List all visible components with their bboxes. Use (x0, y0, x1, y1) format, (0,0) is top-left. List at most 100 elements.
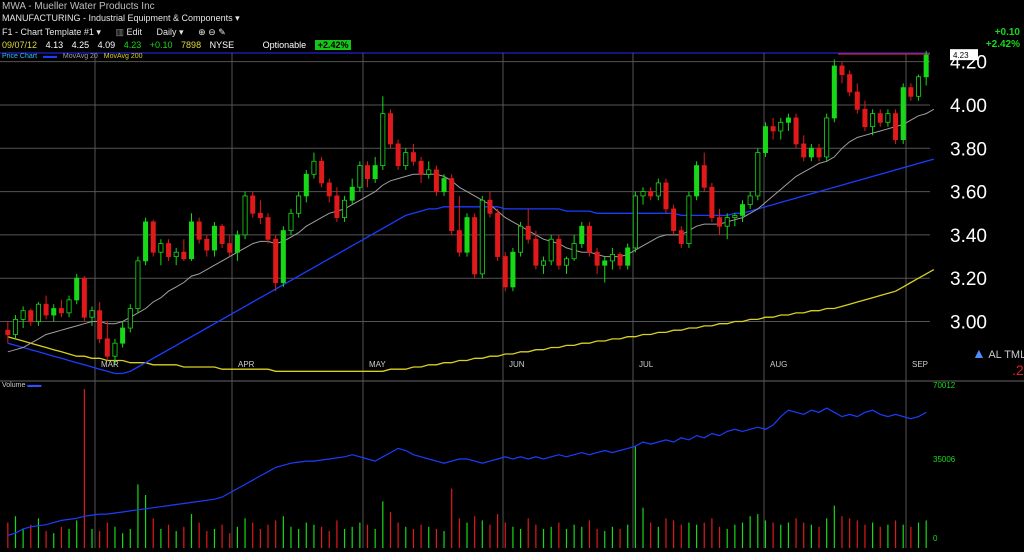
period-label: Daily (156, 27, 177, 37)
legend-ma20-swatch: ▬▬ (42, 53, 57, 60)
candle-body (632, 195, 638, 249)
candle-body (479, 199, 485, 275)
draw-pencil-icon[interactable]: ✎ (218, 27, 226, 37)
candle-body (227, 243, 233, 253)
candle-body (288, 212, 294, 231)
legend-ma20: MovAvg 20 (62, 53, 98, 60)
candle-body (709, 186, 715, 218)
candle-body (541, 260, 547, 266)
candle-body (854, 91, 860, 110)
candle-body (66, 299, 72, 314)
stock-chart[interactable]: 3.003.203.403.603.804.004.20MAR APR MAY JUN… (0, 0, 1024, 552)
candle-body (908, 87, 914, 97)
candle-body (762, 126, 768, 154)
price-tick-label: 3.20 (950, 269, 987, 290)
period-dropdown[interactable]: Daily ▾ (157, 27, 184, 37)
candle-body (204, 238, 210, 251)
edit-button[interactable]: ▥ Edit (115, 27, 142, 37)
candle-body (112, 342, 118, 357)
zoom-out-icon[interactable]: ⊖ (208, 27, 216, 37)
candle-body (640, 191, 646, 197)
quote-high: 4.25 (71, 40, 90, 50)
candle-body (35, 303, 41, 322)
quote-volume: 7898 (181, 40, 202, 50)
quote-exchange: NYSE (209, 40, 235, 50)
chart-legend: Price Chart ▬▬ MovAvg 20 MovAvg 200 (2, 53, 147, 60)
candle-body (770, 126, 776, 132)
candle-body (694, 165, 700, 197)
candle-body (586, 225, 592, 253)
candle-body (280, 230, 286, 283)
candle-body (433, 169, 439, 192)
price-tick-label: 3.60 (950, 183, 987, 204)
volume-legend: Volume ▬▬ (2, 382, 41, 389)
candle-body (89, 310, 95, 318)
candle-body (250, 195, 256, 214)
candle-body (839, 65, 845, 76)
chevron-down-icon: ▾ (235, 13, 240, 23)
candle-body (196, 221, 202, 240)
candle-body (602, 260, 608, 266)
candle-body (365, 165, 371, 180)
optionable-label: Optionable (262, 40, 307, 50)
candle-body (518, 225, 524, 253)
price-tick-label: 3.40 (950, 226, 987, 247)
candle-body (342, 199, 348, 218)
candle-body (188, 221, 195, 260)
candle-body (487, 199, 493, 214)
month-tick-label: MAY (369, 360, 386, 369)
annotation-tools[interactable]: ▲ AL TML (972, 345, 1024, 361)
candle-body (135, 260, 141, 309)
month-tick-label: APR (238, 360, 255, 369)
candle-body (28, 310, 34, 322)
candle-body (357, 165, 363, 188)
candle-body (816, 147, 822, 158)
candle-body (732, 215, 738, 218)
candle-body (5, 329, 11, 335)
candle-body (449, 178, 455, 231)
quote-open: 4.13 (45, 40, 64, 50)
candle-body (808, 147, 814, 158)
candle-body (739, 204, 746, 216)
candle-body (556, 238, 562, 266)
candle-body (403, 152, 409, 167)
candle-body (81, 277, 87, 318)
tool-icon: ▲ (972, 345, 986, 361)
candle-body (158, 243, 164, 253)
candle-body (58, 308, 64, 314)
template-label: F1 - Chart Template #1 (2, 27, 94, 37)
candle-body (847, 74, 853, 93)
zoom-in-icon[interactable]: ⊕ (198, 27, 206, 37)
candle-body (655, 182, 661, 197)
candle-body (885, 113, 891, 123)
candle-body (671, 208, 677, 231)
template-dropdown[interactable]: F1 - Chart Template #1 ▾ (2, 27, 101, 37)
candle-body (104, 338, 110, 357)
candle-body (877, 113, 883, 123)
candle-body (755, 152, 761, 197)
candle-body (724, 217, 730, 227)
candle-body (326, 182, 332, 197)
candle-body (51, 308, 57, 316)
candle-body (510, 251, 516, 288)
sector-dropdown[interactable]: MANUFACTURING - Industrial Equipment & C… (2, 13, 240, 24)
candle-body (380, 113, 386, 167)
candle-body (387, 113, 393, 145)
candle-body (265, 217, 271, 240)
candle-body (625, 247, 631, 266)
candle-body (173, 251, 179, 257)
quote-date: 09/07/12 (2, 40, 38, 50)
price-tick-label: 3.80 (950, 139, 987, 160)
volume-label: Volume (2, 382, 26, 389)
candle-body (20, 310, 26, 320)
candle-body (701, 165, 707, 188)
legend-ma200: MovAvg 200 (103, 53, 143, 60)
candle-body (319, 160, 325, 184)
quote-change: +0.10 (149, 40, 173, 50)
candle-body (334, 195, 340, 218)
candle-body (97, 310, 103, 340)
candle-body (150, 221, 156, 253)
price-tick-label: 3.00 (950, 313, 987, 334)
candle-body (296, 195, 302, 214)
candle-body (257, 212, 263, 218)
